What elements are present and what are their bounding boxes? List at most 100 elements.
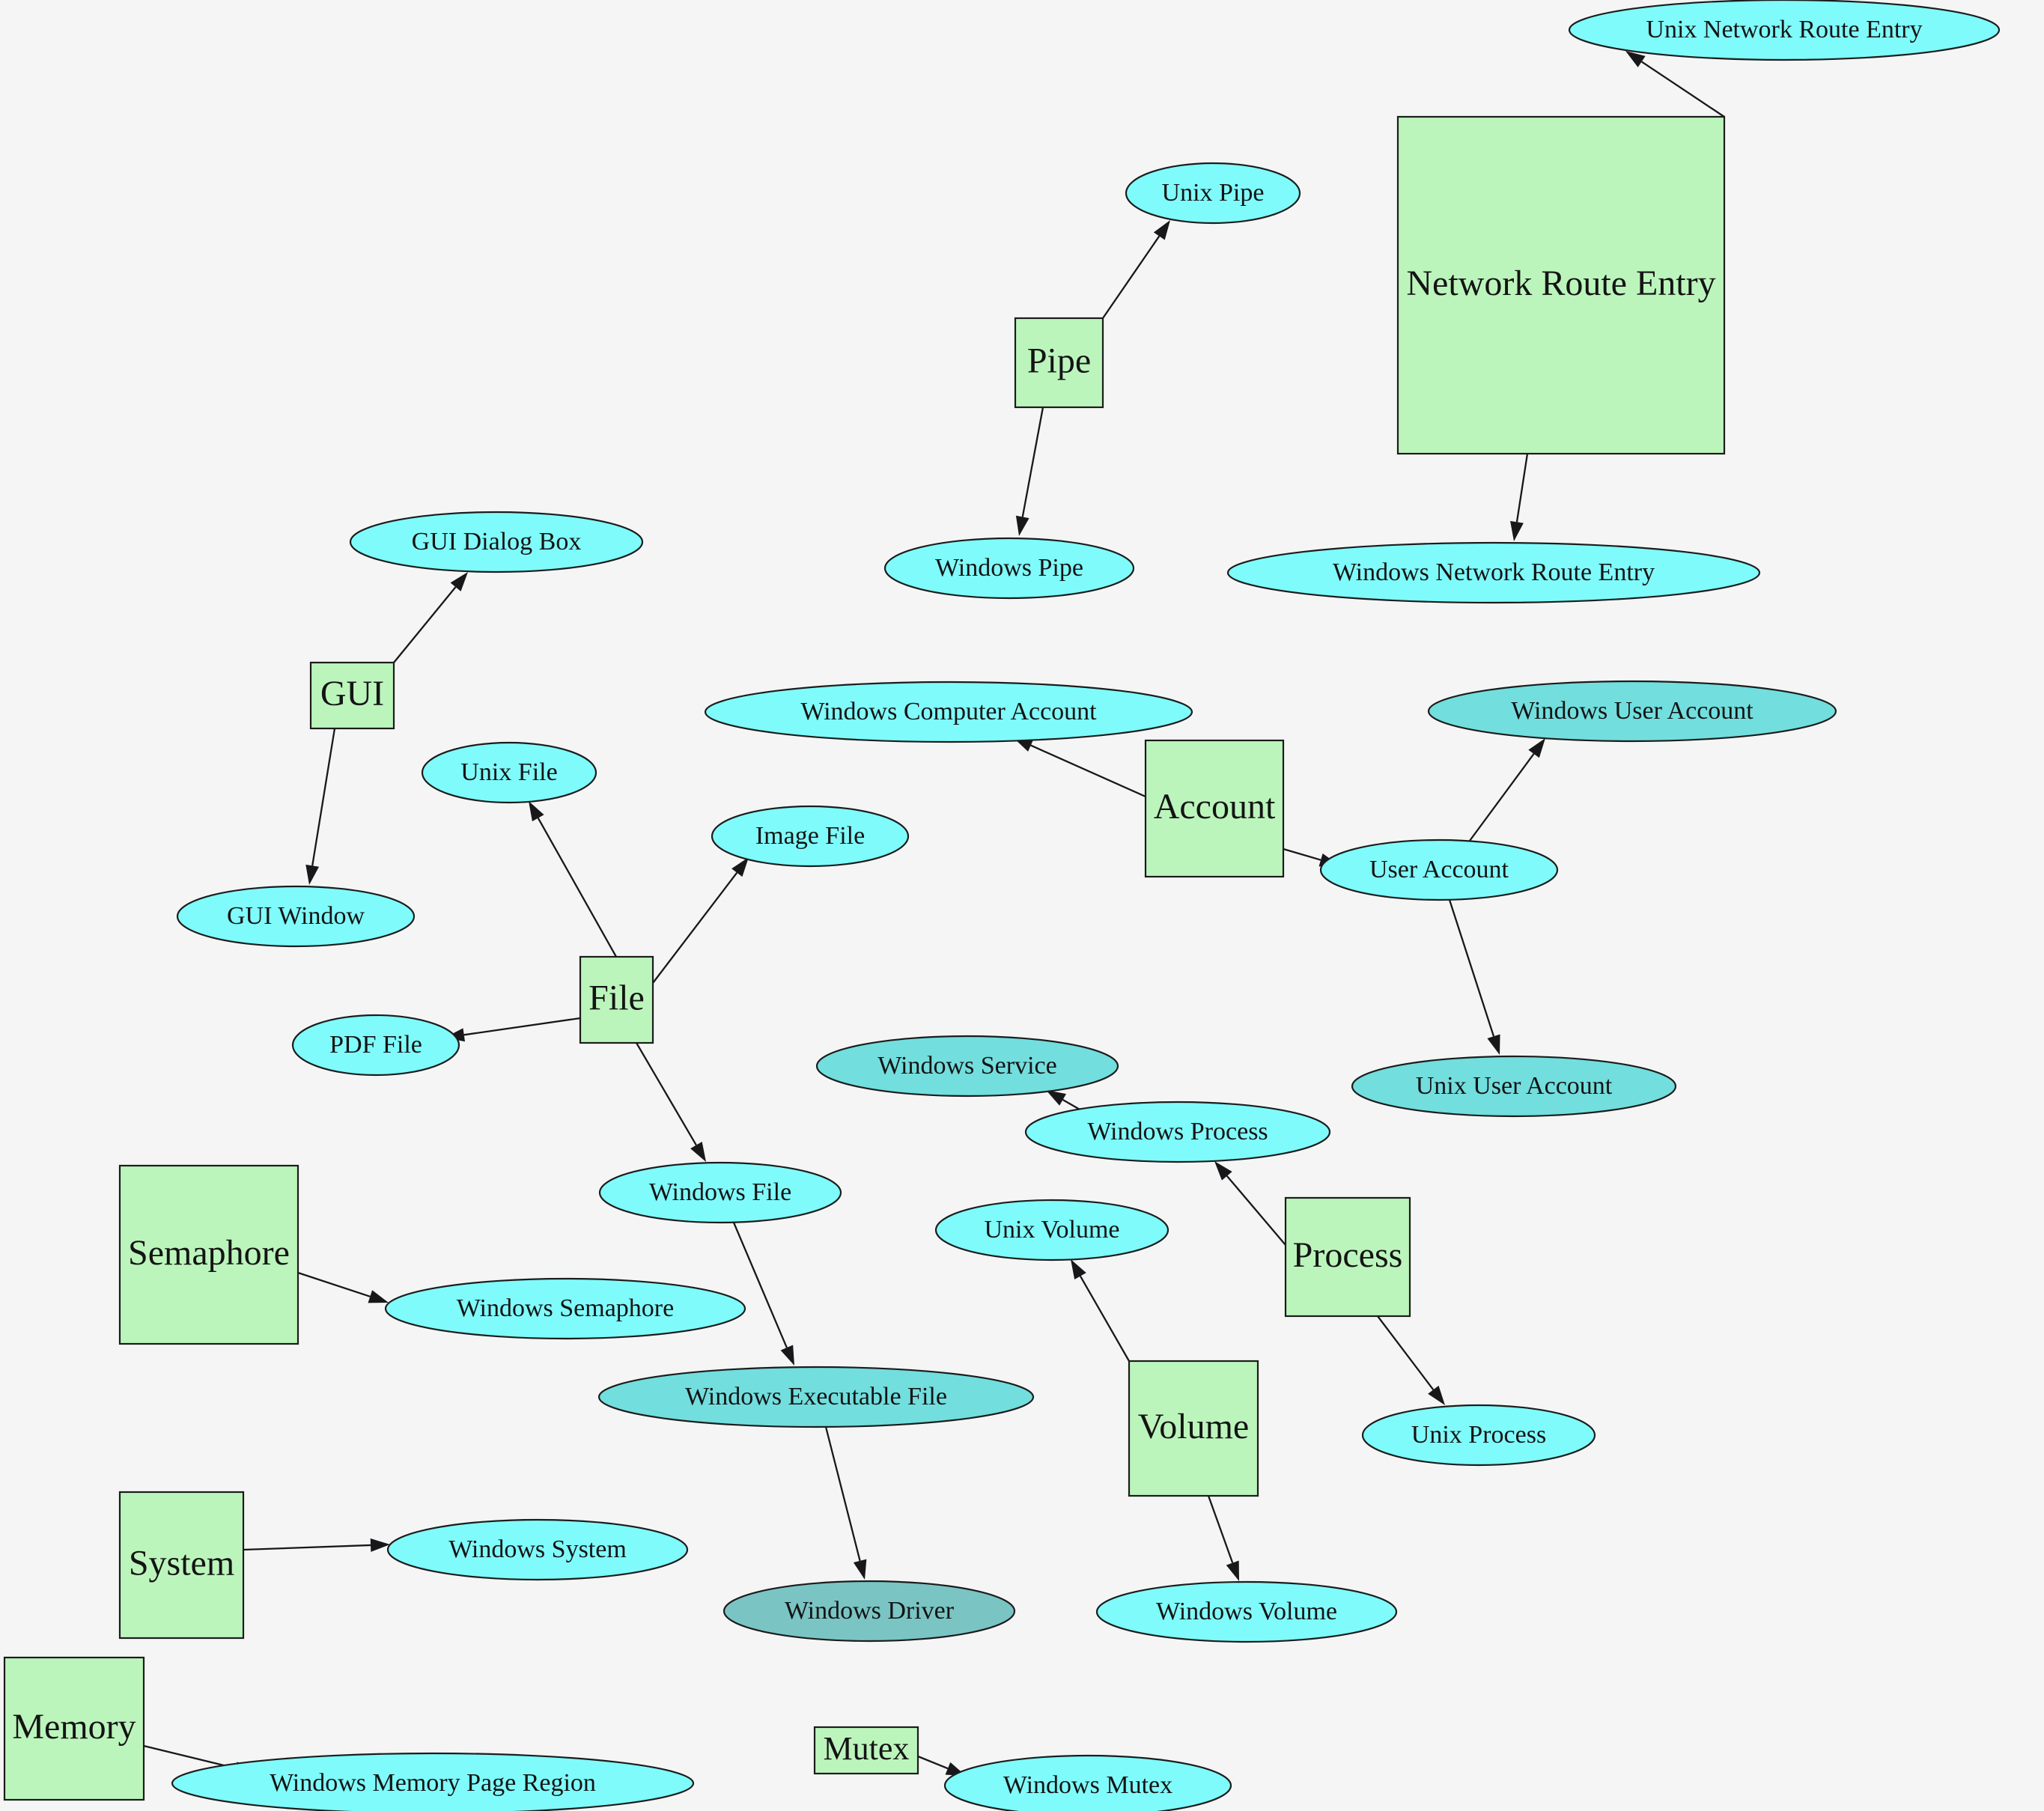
node-label: Unix Volume <box>984 1216 1119 1244</box>
node-label: Windows Mutex <box>1003 1771 1172 1799</box>
node-pipe[interactable]: Pipe <box>1014 317 1104 409</box>
node-label: Network Route Entry <box>1406 264 1715 303</box>
node-label: Process <box>1293 1235 1403 1275</box>
arrowhead-icon <box>1487 1034 1500 1055</box>
edge-volume-to-unix-volume <box>1071 1259 1130 1362</box>
node-unix-network-route-entry[interactable]: Unix Network Route Entry <box>1568 0 2001 61</box>
edge-line <box>463 1017 581 1036</box>
node-windows-mutex[interactable]: Windows Mutex <box>943 1754 1232 1811</box>
node-mutex[interactable]: Mutex <box>813 1726 919 1775</box>
arrowhead-icon <box>450 572 468 591</box>
node-label: Volume <box>1138 1407 1249 1446</box>
arrowhead-icon <box>368 1290 389 1303</box>
node-label: File <box>588 978 645 1018</box>
node-label: Memory <box>12 1707 136 1747</box>
edge-account-to-windows-computer-account <box>1013 737 1146 798</box>
arrowhead-icon <box>690 1142 706 1162</box>
edge-user-account-to-windows-user-account <box>1467 738 1545 844</box>
node-label: Windows Driver <box>785 1597 955 1625</box>
arrowhead-icon <box>1625 51 1646 67</box>
node-label: Windows Computer Account <box>800 698 1097 725</box>
node-windows-process[interactable]: Windows Process <box>1024 1101 1331 1163</box>
node-system[interactable]: System <box>118 1491 245 1640</box>
node-image-file[interactable]: Image File <box>711 805 910 868</box>
edge-file-to-unix-file <box>529 801 618 958</box>
node-gui[interactable]: GUI <box>309 661 395 730</box>
node-account[interactable]: Account <box>1144 739 1285 878</box>
node-gui-window[interactable]: GUI Window <box>176 885 416 948</box>
node-unix-process[interactable]: Unix Process <box>1361 1404 1596 1467</box>
node-unix-user-account[interactable]: Unix User Account <box>1351 1055 1677 1118</box>
edge-process-to-windows-process <box>1214 1161 1286 1246</box>
node-windows-system[interactable]: Windows System <box>386 1518 689 1581</box>
node-windows-file[interactable]: Windows File <box>598 1161 842 1224</box>
node-pdf-file[interactable]: PDF File <box>291 1014 460 1077</box>
node-windows-driver[interactable]: Windows Driver <box>723 1580 1016 1643</box>
edge-line <box>1207 1495 1234 1563</box>
arrowhead-icon <box>1510 520 1524 541</box>
graph-svg: Unix Network Route Entry Network Route En… <box>3 0 2001 1811</box>
node-label: Pipe <box>1027 341 1091 381</box>
edge-line <box>917 1755 949 1770</box>
node-label: Unix File <box>460 758 557 786</box>
edge-system-to-windows-system <box>243 1538 390 1552</box>
arrowhead-icon <box>1428 1385 1445 1405</box>
node-gui-dialog-box[interactable]: GUI Dialog Box <box>349 511 644 573</box>
node-windows-pipe[interactable]: Windows Pipe <box>883 537 1135 600</box>
node-windows-service[interactable]: Windows Service <box>815 1035 1119 1098</box>
edge-line <box>297 1271 371 1297</box>
node-label: Semaphore <box>128 1233 290 1273</box>
edge-line <box>1448 899 1495 1037</box>
node-label: Windows Service <box>877 1052 1056 1080</box>
edge-windows-process-to-windows-service <box>1046 1090 1082 1111</box>
arrowhead-icon <box>529 801 544 822</box>
node-windows-computer-account[interactable]: Windows Computer Account <box>704 681 1193 743</box>
node-windows-semaphore[interactable]: Windows Semaphore <box>384 1277 746 1340</box>
node-label: Unix Pipe <box>1162 179 1265 207</box>
edge-windows-file-to-windows-executable-file <box>732 1222 794 1366</box>
node-windows-user-account[interactable]: Windows User Account <box>1427 680 1837 743</box>
arrowhead-icon <box>1046 1090 1067 1106</box>
edge-line <box>1467 753 1535 844</box>
node-label: Unix Network Route Entry <box>1646 16 1922 43</box>
node-user-account[interactable]: User Account <box>1319 838 1559 901</box>
edge-pipe-to-windows-pipe <box>1015 407 1044 536</box>
edge-semaphore-to-windows-semaphore <box>297 1271 389 1303</box>
edge-line <box>311 728 336 866</box>
edge-file-to-image-file <box>652 857 749 984</box>
arrowhead-icon <box>1071 1259 1086 1280</box>
node-windows-network-route-entry[interactable]: Windows Network Route Entry <box>1226 541 1761 604</box>
node-label: Unix User Account <box>1416 1072 1613 1100</box>
node-label: GUI Window <box>227 902 365 930</box>
node-windows-executable-file[interactable]: Windows Executable File <box>597 1366 1035 1428</box>
node-process[interactable]: Process <box>1284 1196 1411 1318</box>
node-semaphore[interactable]: Semaphore <box>118 1164 299 1345</box>
edge-line <box>1079 1275 1130 1362</box>
node-windows-volume[interactable]: Windows Volume <box>1095 1580 1398 1643</box>
node-unix-file[interactable]: Unix File <box>421 741 597 804</box>
node-label: Unix Process <box>1411 1421 1546 1449</box>
arrowhead-icon <box>1153 220 1170 240</box>
node-label: Windows Pipe <box>935 554 1083 582</box>
node-label: Windows Memory Page Region <box>270 1769 596 1797</box>
edge-line <box>732 1222 788 1348</box>
node-unix-volume[interactable]: Unix Volume <box>934 1199 1169 1261</box>
edge-windows-executable-file-to-windows-driver <box>824 1426 867 1580</box>
node-label: Image File <box>755 822 865 850</box>
node-unix-pipe[interactable]: Unix Pipe <box>1125 162 1301 225</box>
arrowhead-icon <box>305 864 320 885</box>
edge-line <box>1030 744 1146 798</box>
edge-user-account-to-unix-user-account <box>1448 899 1500 1055</box>
edge-gui-to-gui-dialog-box <box>393 572 468 663</box>
node-volume[interactable]: Volume <box>1128 1360 1259 1497</box>
edge-network-route-entry-to-unix-network-route-entry <box>1625 51 1725 118</box>
node-label: Windows Semaphore <box>457 1294 674 1322</box>
node-memory[interactable]: Memory <box>3 1656 145 1801</box>
node-label: Windows User Account <box>1511 697 1753 725</box>
node-windows-memory-page-region[interactable]: Windows Memory Page Region <box>171 1752 694 1811</box>
node-label: Windows Network Route Entry <box>1333 558 1655 586</box>
node-network-route-entry[interactable]: Network Route Entry <box>1396 115 1726 455</box>
edge-line <box>1021 407 1044 517</box>
node-label: GUI Dialog Box <box>412 528 582 556</box>
node-file[interactable]: File <box>579 955 654 1044</box>
